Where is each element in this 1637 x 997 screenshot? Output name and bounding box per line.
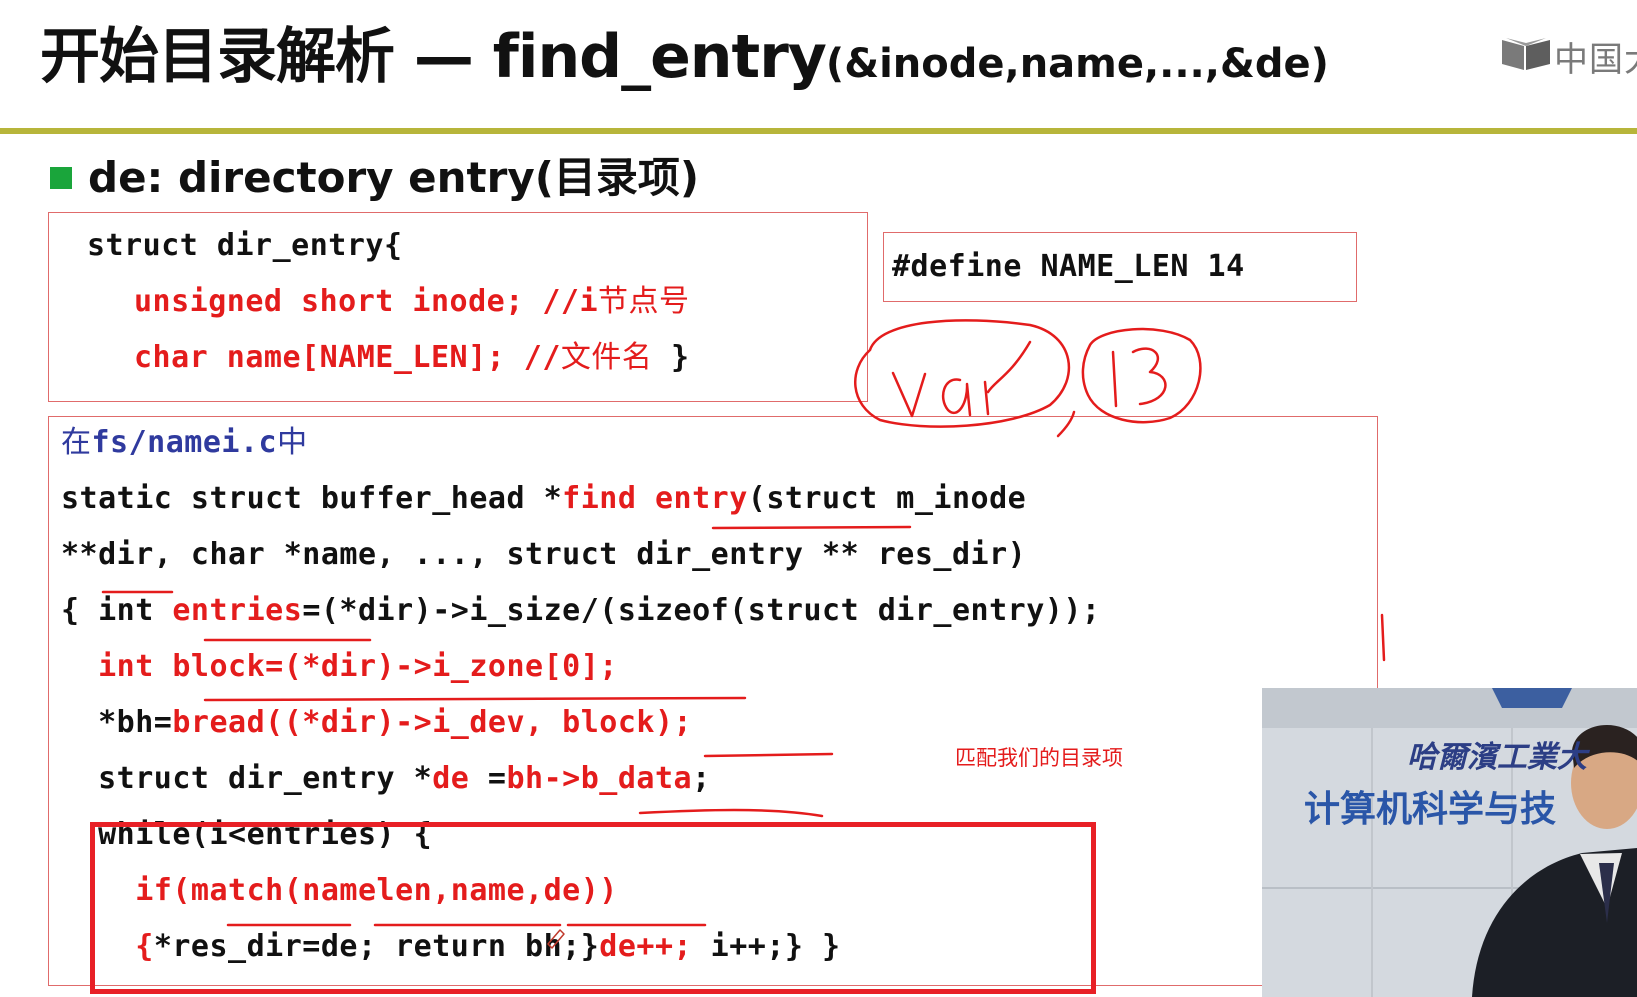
var-circle-stroke (854, 319, 1071, 428)
code-line-5: *bh=bread((*dir)->i_dev, block); (61, 705, 692, 741)
struct-line-3: char name[NAME_LEN]; //文件名 } (134, 340, 690, 376)
code-line-1: static struct buffer_head *find entry(st… (61, 481, 1026, 517)
code-line-6-c: bh->b_data (506, 761, 693, 796)
struct-line-2-comment: 节点号 (598, 284, 690, 319)
code-line-4: int block=(*dir)->i_zone[0]; (61, 649, 618, 684)
code-line-1-b: (struct m_inode (747, 481, 1027, 516)
file-prefix: 在 (61, 425, 92, 460)
struct-line-3-end: } (652, 340, 690, 375)
slide: { "title": { "main": "开始目录解析 — find_entr… (0, 0, 1637, 997)
bullet-square-icon (50, 167, 72, 189)
mooc-logo: 中国大 (1500, 30, 1637, 78)
find-entry-name: find entry (562, 481, 748, 516)
struct-definition-box: struct dir_entry{ unsigned short inode; … (48, 212, 868, 402)
code-line-6-b: = (469, 761, 507, 796)
code-line-3-a: { int (61, 593, 173, 628)
code-line-1-a: static struct buffer_head * (61, 481, 563, 516)
code-line-6-d: ; (692, 761, 711, 796)
define-text: #define NAME_LEN 14 (892, 249, 1245, 284)
file-name: fs/namei.c (91, 425, 278, 460)
letter-a-stroke (941, 378, 972, 417)
code-line-3-c: ; (1081, 593, 1101, 628)
code-line-6-a: struct dir_entry * (61, 761, 433, 796)
struct-line-3-code: char name[NAME_LEN]; // (134, 340, 561, 375)
code-line-2: **dir, char *name, ..., struct dir_entry… (61, 537, 1027, 572)
sign-line-2: 计算机科学与技 (1304, 789, 1557, 830)
title-main: 开始目录解析 — find_entry (40, 22, 827, 92)
code-line-3-b: =(*dir)->i_size/(sizeof(struct dir_entry… (302, 593, 1082, 628)
sign-line-1: 哈爾濱工業大 (1407, 740, 1587, 775)
code-line-5-b: bread((*dir)->i_dev, block); (172, 705, 693, 740)
file-suffix: 中 (277, 425, 308, 460)
digit-3-stroke (1131, 347, 1167, 406)
file-location: 在fs/namei.c中 (61, 425, 308, 461)
digit-1-stroke (1111, 350, 1118, 408)
title-divider (0, 128, 1637, 134)
presenter-video: 哈爾濱工業大 计算机科学与技 (1262, 688, 1637, 997)
struct-line-1: struct dir_entry{ (87, 228, 403, 263)
bracket-mark (1380, 613, 1386, 662)
struct-line-3-comment: 文件名 (560, 340, 653, 375)
letter-r-stroke (983, 340, 1032, 416)
annotation-note: 匹配我们的目录项 (955, 746, 1123, 770)
book-icon (1502, 38, 1550, 70)
bullet-heading: de: directory entry(目录项) (88, 153, 700, 202)
thirteen-circle-stroke (1081, 327, 1202, 424)
logo-text: 中国大 (1554, 40, 1637, 78)
code-line-3: { int entries=(*dir)->i_size/(sizeof(str… (61, 593, 1100, 629)
struct-line-2-code: unsigned short inode; //i (134, 284, 599, 319)
letter-v-stroke (891, 371, 927, 418)
entries-var: entries (172, 593, 303, 628)
university-emblem-icon (1492, 688, 1572, 708)
code-line-5-a: *bh= (61, 705, 173, 740)
code-line-6: struct dir_entry *de =bh->b_data; (61, 761, 711, 797)
while-loop-highlight (90, 822, 1096, 994)
slide-title: 开始目录解析 — find_entry(&inode,name,...,&de) (40, 12, 1329, 109)
define-box: #define NAME_LEN 14 (883, 232, 1357, 302)
struct-line-2: unsigned short inode; //i节点号 (134, 284, 690, 320)
de-var: de (432, 761, 470, 796)
title-params: (&inode,name,...,&de) (825, 41, 1329, 87)
